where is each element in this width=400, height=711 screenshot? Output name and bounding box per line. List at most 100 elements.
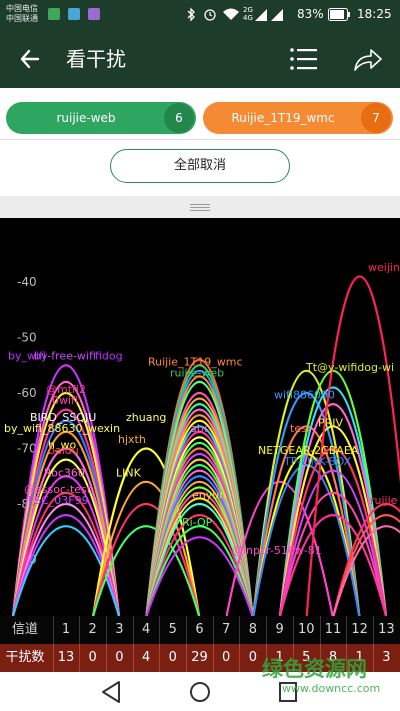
channel-cell: 1 bbox=[61, 622, 71, 637]
notification-app-icon bbox=[88, 8, 100, 20]
ap-name-label: Tt@y-wifidog-wi bbox=[305, 361, 394, 374]
cell-divider bbox=[159, 644, 161, 672]
network-1-label: 2G bbox=[243, 6, 253, 14]
cell-divider bbox=[52, 616, 54, 644]
count-cell: 0 bbox=[88, 650, 97, 665]
notification-app-icon bbox=[68, 8, 80, 20]
channel-cell: 3 bbox=[115, 622, 124, 637]
cell-divider bbox=[346, 644, 348, 672]
ap-name-label: zhuang bbox=[126, 411, 166, 424]
ap-name-label: ruijie-web bbox=[170, 366, 224, 379]
cell-divider bbox=[319, 616, 321, 644]
cell-divider bbox=[372, 616, 374, 644]
channel-row: 信道 1 2 3 4 5 6 7 8 9 10 11 12 13 bbox=[0, 616, 400, 644]
cell-divider bbox=[266, 644, 268, 672]
count-cell: 13 bbox=[57, 650, 75, 665]
count-cell: 3 bbox=[382, 650, 391, 665]
channel-cell: 9 bbox=[275, 622, 284, 637]
ap-name-label: @inpcr-510w-81 bbox=[232, 544, 322, 557]
cell-divider bbox=[319, 644, 321, 672]
handle-line bbox=[190, 204, 210, 205]
share-icon[interactable] bbox=[352, 45, 384, 73]
ap-name-label: enyun bbox=[192, 488, 226, 501]
cell-divider bbox=[52, 644, 54, 672]
cancel-area: 全部取消 bbox=[0, 141, 400, 196]
cell-divider bbox=[292, 644, 294, 672]
count-cell: 0 bbox=[248, 650, 258, 665]
cell-divider bbox=[212, 616, 214, 644]
nav-home-icon[interactable] bbox=[185, 678, 215, 706]
cell-divider bbox=[186, 644, 187, 672]
cell-divider bbox=[186, 616, 187, 644]
chip-count-badge: 7 bbox=[361, 103, 391, 133]
ap-name-label: test bbox=[290, 422, 312, 435]
ap-name-label: Roc360 bbox=[44, 466, 85, 479]
drag-handle[interactable] bbox=[0, 196, 400, 218]
ap-name-label: Ri-OP bbox=[182, 516, 213, 529]
ap-name-label: by_wifi_88630_wexin bbox=[4, 422, 120, 435]
handle-line bbox=[190, 210, 210, 211]
channel-cell: 11 bbox=[324, 622, 342, 637]
cell-divider bbox=[79, 616, 81, 644]
ap-name-label: ruijie bbox=[370, 494, 398, 507]
notification-app-icon bbox=[48, 8, 60, 20]
chip-ruijie-web[interactable]: ruijie-web 6 bbox=[6, 102, 196, 134]
page-title: 看干扰 bbox=[66, 47, 126, 71]
carrier-1: 中国电信 bbox=[6, 4, 38, 13]
cell-divider bbox=[212, 644, 214, 672]
battery-icon bbox=[328, 8, 350, 21]
channel-cell: 6 bbox=[195, 622, 204, 637]
count-cell: 29 bbox=[191, 650, 208, 665]
count-row-label: 干扰数 bbox=[5, 650, 45, 665]
nav-back-icon[interactable] bbox=[97, 678, 127, 706]
ap-filter-chips: ruijie-web 6 Ruijie_1T19_wmc 7 bbox=[0, 88, 400, 140]
status-bar: 中国电信 中国联通 2G 4G 83% 18:25 bbox=[0, 0, 400, 30]
list-menu-icon[interactable] bbox=[288, 45, 320, 73]
ap-name-label: abc bbox=[190, 422, 210, 435]
ap-name-label: fidog bbox=[95, 350, 123, 363]
count-cell: 0 bbox=[115, 650, 124, 665]
channel-cell: 5 bbox=[168, 622, 177, 637]
system-nav-bar bbox=[0, 672, 400, 711]
chip-ruijie-1t19-wmc[interactable]: Ruijie_1T19_wmc 7 bbox=[203, 102, 393, 134]
ap-name-label: by-free-wifi bbox=[34, 350, 96, 363]
y-tick-label: -50 bbox=[17, 331, 37, 345]
cell-divider bbox=[132, 616, 134, 644]
count-cell: 0 bbox=[168, 650, 177, 665]
cell-divider bbox=[159, 616, 161, 644]
channel-cell: 7 bbox=[222, 622, 231, 637]
count-cell: 1 bbox=[355, 650, 364, 665]
clock: 18:25 bbox=[357, 7, 392, 21]
cell-divider bbox=[239, 616, 241, 644]
ap-name-label: PRIV bbox=[318, 416, 344, 429]
cell-divider bbox=[239, 644, 241, 672]
count-cell: 8 bbox=[328, 650, 338, 665]
bluetooth-icon bbox=[187, 7, 195, 22]
chip-label: Ruijie_1T19_wmc bbox=[231, 111, 335, 125]
nav-recents-icon[interactable] bbox=[273, 678, 303, 706]
count-cell: 1 bbox=[275, 650, 284, 665]
channel-table: 信道 1 2 3 4 5 6 7 8 9 10 11 12 13 干扰数 13 0 0 4 0 29 0 0 1 5 8 1 3 bbox=[0, 616, 400, 672]
ap-name-label: hjxth bbox=[118, 433, 146, 446]
handle-line bbox=[190, 207, 210, 208]
channel-cell: 12 bbox=[351, 622, 368, 637]
back-arrow-icon[interactable] bbox=[14, 44, 46, 74]
count-cell: 4 bbox=[141, 650, 151, 665]
ap-signal-arc bbox=[92, 481, 201, 617]
interference-chart: -40 -50 -60 -70 -80 -90 weijin by_wifi by-free-w… bbox=[0, 218, 400, 640]
cell-divider bbox=[346, 616, 348, 644]
y-tick-label: -60 bbox=[17, 386, 37, 400]
cell-divider bbox=[79, 644, 81, 672]
cell-divider bbox=[132, 644, 134, 672]
channel-cell: 10 bbox=[298, 622, 315, 637]
app-screen: { "status_bar": { "carrier_1": "中国电信", "… bbox=[0, 0, 400, 711]
battery-percent: 83% bbox=[297, 7, 324, 21]
ap-name-label: LINK bbox=[116, 466, 142, 479]
channel-cell: 13 bbox=[378, 622, 395, 637]
ap-name-label: baidu bbox=[48, 444, 79, 457]
cancel-all-button[interactable]: 全部取消 bbox=[110, 149, 290, 183]
cell-divider bbox=[266, 616, 268, 644]
interference-count-row: 干扰数 13 0 0 4 0 29 0 0 1 5 8 1 3 bbox=[0, 644, 400, 672]
carrier-2: 中国联通 bbox=[6, 14, 38, 23]
channel-cell: 8 bbox=[248, 622, 258, 637]
